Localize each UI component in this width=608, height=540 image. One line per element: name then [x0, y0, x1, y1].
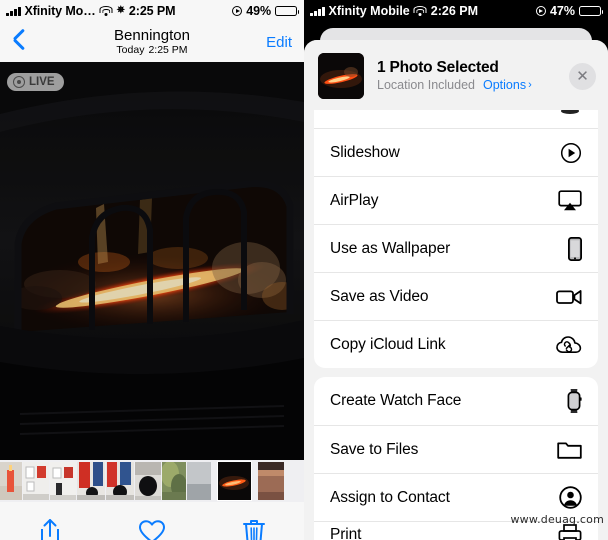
status-bar-right-group-right: 47% [535, 4, 604, 18]
photos-navigation-bar: Bennington Today 2:25 PM Edit [0, 22, 304, 62]
list-item-partial-above[interactable] [314, 110, 598, 128]
thumb-grey-sky[interactable] [187, 462, 211, 500]
location-arrow-icon [232, 6, 243, 16]
photo-action-toolbar [0, 502, 304, 540]
list-item-label: Slideshow [330, 143, 400, 161]
list-item-slideshow[interactable]: Slideshow [314, 128, 598, 176]
wifi-icon [413, 6, 427, 16]
thumb-candle[interactable] [0, 462, 22, 500]
trash-icon[interactable] [243, 518, 266, 540]
thumb-red-door-dog[interactable] [77, 462, 105, 500]
nav-title-block: Bennington Today 2:25 PM [0, 26, 304, 57]
carrier-label: Xfinity Mo… [24, 4, 96, 18]
list-item-assign-to-contact[interactable]: Assign to Contact [314, 473, 598, 521]
heart-icon[interactable] [138, 519, 166, 540]
signal-bars-icon [310, 6, 325, 16]
live-badge-label: LIVE [29, 76, 55, 88]
list-item-label: Save to Files [330, 440, 419, 458]
thumb-gallery-wall[interactable] [23, 462, 49, 500]
carrier-label: Xfinity Mobile [328, 4, 410, 18]
list-item-label: Create Watch Face [330, 392, 462, 409]
options-button[interactable]: Options › [483, 77, 532, 94]
status-bar-left-group-right: Xfinity Mobile 2:26 PM [310, 4, 478, 18]
photo-date-time: 2:25 PM [148, 43, 188, 56]
signal-bars-icon [6, 6, 21, 16]
battery-icon [275, 5, 300, 17]
list-item-label: Use as Wallpaper [330, 239, 451, 257]
list-item-label: Copy iCloud Link [330, 335, 446, 353]
status-clock: 2:25 PM [128, 4, 176, 18]
list-item-label: Save as Video [330, 287, 429, 305]
list-item-label: Assign to Contact [330, 488, 450, 506]
thumb-dog-pavement[interactable] [135, 462, 161, 500]
list-item-create-watch-face[interactable]: Create Watch Face [314, 377, 598, 425]
edit-button[interactable]: Edit [266, 34, 292, 51]
back-chevron-icon[interactable] [12, 31, 25, 53]
fireplace-photo [0, 62, 304, 460]
status-bar-left-group: Xfinity Mo… ✵ 2:25 PM [6, 4, 176, 18]
iphone-icon [554, 236, 582, 262]
list-item-airplay[interactable]: AirPlay [314, 176, 598, 224]
selected-photo-thumbnail-image [318, 53, 364, 99]
left-screenshot-photos-app: Xfinity Mo… ✵ 2:25 PM 49% Bennington Tod… [0, 0, 304, 540]
list-item-save-as-video[interactable]: Save as Video [314, 272, 598, 320]
airplay-icon [554, 188, 582, 214]
options-label: Options [483, 78, 527, 92]
status-clock: 2:26 PM [430, 4, 478, 18]
contact-person-icon [554, 485, 582, 511]
live-photo-icon [13, 76, 25, 88]
play-circle-icon [554, 140, 582, 166]
share-sheet-meta: 1 Photo Selected Location Included Optio… [377, 58, 569, 94]
share-sheet-subtitle-row: Location Included Options › [377, 77, 569, 94]
action-group-primary: Slideshow AirPlay Use as Wallpaper Save … [314, 110, 598, 368]
status-bar-right: Xfinity Mobile 2:26 PM 47% [304, 0, 608, 22]
icloud-link-icon [554, 332, 582, 358]
location-included-label: Location Included [377, 78, 475, 92]
live-photo-badge[interactable]: LIVE [7, 73, 64, 91]
status-bar-right-group: 49% [232, 4, 300, 18]
list-item-print[interactable]: Print [314, 521, 598, 540]
sync-icon: ✵ [116, 5, 125, 16]
chevron-right-icon: › [528, 79, 532, 91]
list-item-label: Print [330, 525, 362, 540]
list-item-label: AirPlay [330, 191, 379, 209]
photo-viewer[interactable]: LIVE [0, 62, 304, 460]
folder-icon [554, 437, 582, 463]
list-item-copy-icloud-link[interactable]: Copy iCloud Link [314, 320, 598, 368]
photo-thumbnail-strip[interactable] [0, 460, 304, 502]
dual-screenshot-composite: Xfinity Mo… ✵ 2:25 PM 49% Bennington Tod… [0, 0, 608, 540]
share-sheet: 1 Photo Selected Location Included Optio… [304, 40, 608, 540]
location-arrow-icon [535, 6, 546, 16]
battery-percent-label: 49% [246, 4, 271, 18]
apple-watch-icon [554, 388, 582, 414]
share-sheet-title: 1 Photo Selected [377, 59, 499, 76]
share-icon[interactable] [39, 518, 61, 540]
thumb-blue-door-dog[interactable] [106, 462, 134, 500]
photo-date-subtitle: Today 2:25 PM [0, 44, 304, 57]
list-item-save-to-files[interactable]: Save to Files [314, 425, 598, 473]
thumb-gallery-wall-2[interactable] [50, 462, 76, 500]
share-sheet-header: 1 Photo Selected Location Included Optio… [304, 40, 608, 110]
action-group-secondary: Create Watch Face Save to Files Assign t… [314, 377, 598, 540]
photo-date-day: Today [116, 43, 145, 56]
share-sheet-action-list: Slideshow AirPlay Use as Wallpaper Save … [304, 110, 608, 540]
page-title: Bennington [114, 26, 190, 44]
battery-percent-label: 47% [549, 4, 575, 18]
selected-photo-thumbnail[interactable] [318, 53, 364, 99]
thumb-foliage[interactable] [162, 462, 186, 500]
list-item-use-as-wallpaper[interactable]: Use as Wallpaper [314, 224, 598, 272]
right-screenshot-share-sheet: Xfinity Mobile 2:26 PM 47% 1 Photo Selec… [304, 0, 608, 540]
partial-row-icon [554, 110, 582, 128]
thumb-fireplace-selected[interactable] [217, 461, 252, 501]
battery-icon [579, 5, 604, 17]
thumb-sunset-wall[interactable] [258, 462, 284, 500]
status-bar-left: Xfinity Mo… ✵ 2:25 PM 49% [0, 0, 304, 22]
close-icon[interactable]: ✕ [569, 62, 596, 90]
video-camera-icon [554, 284, 582, 310]
printer-icon [554, 522, 582, 540]
wifi-icon [99, 6, 113, 16]
